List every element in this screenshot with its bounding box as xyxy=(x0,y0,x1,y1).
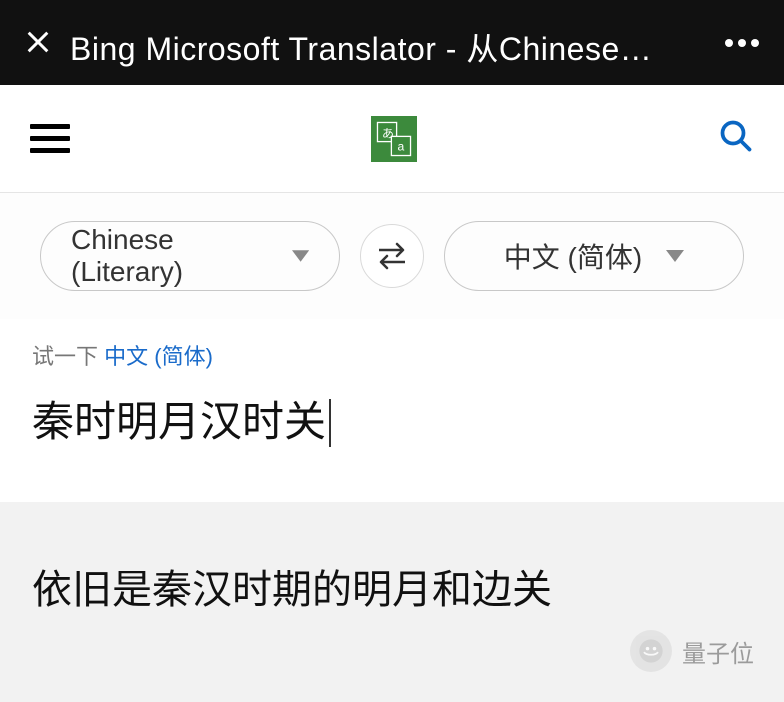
svg-text:a: a xyxy=(397,139,404,153)
target-language-label: 中文 (简体) xyxy=(504,236,642,276)
app-header: あ a xyxy=(0,85,784,193)
input-text-value: 秦时明月汉时关 xyxy=(32,398,326,445)
hamburger-icon xyxy=(30,124,70,129)
source-language-label: Chinese (Literary) xyxy=(71,224,284,288)
window-title-bar: Bing Microsoft Translator - 从Chinese… xyxy=(0,0,784,85)
input-section: 试一下 中文 (简体) 秦时明月汉时关 xyxy=(0,319,784,502)
source-language-selector[interactable]: Chinese (Literary) xyxy=(40,221,340,291)
watermark-avatar xyxy=(630,630,672,672)
language-selector-row: Chinese (Literary) 中文 (简体) xyxy=(0,193,784,319)
close-icon xyxy=(24,28,52,56)
watermark: 量子位 xyxy=(630,630,754,672)
translation-input[interactable]: 秦时明月汉时关 xyxy=(32,393,331,452)
watermark-text: 量子位 xyxy=(682,634,754,669)
close-button[interactable] xyxy=(24,28,52,56)
text-cursor xyxy=(329,399,331,447)
translation-output: 依旧是秦汉时期的明月和边关 xyxy=(32,562,752,618)
menu-button[interactable] xyxy=(30,124,70,153)
target-language-selector[interactable]: 中文 (简体) xyxy=(444,221,744,291)
translator-logo: あ a xyxy=(371,116,417,162)
try-label: 试一下 xyxy=(32,344,104,369)
chevron-down-icon xyxy=(292,250,309,262)
search-button[interactable] xyxy=(718,118,754,159)
more-icon xyxy=(724,38,760,48)
swap-languages-button[interactable] xyxy=(360,224,424,288)
search-icon xyxy=(718,118,754,154)
more-options-button[interactable] xyxy=(724,38,760,48)
chevron-down-icon xyxy=(666,250,684,262)
window-title: Bing Microsoft Translator - 从Chinese… xyxy=(70,24,712,70)
swap-icon xyxy=(375,242,409,270)
try-suggestion: 试一下 中文 (简体) xyxy=(32,339,752,371)
try-language-link[interactable]: 中文 (简体) xyxy=(104,344,213,369)
